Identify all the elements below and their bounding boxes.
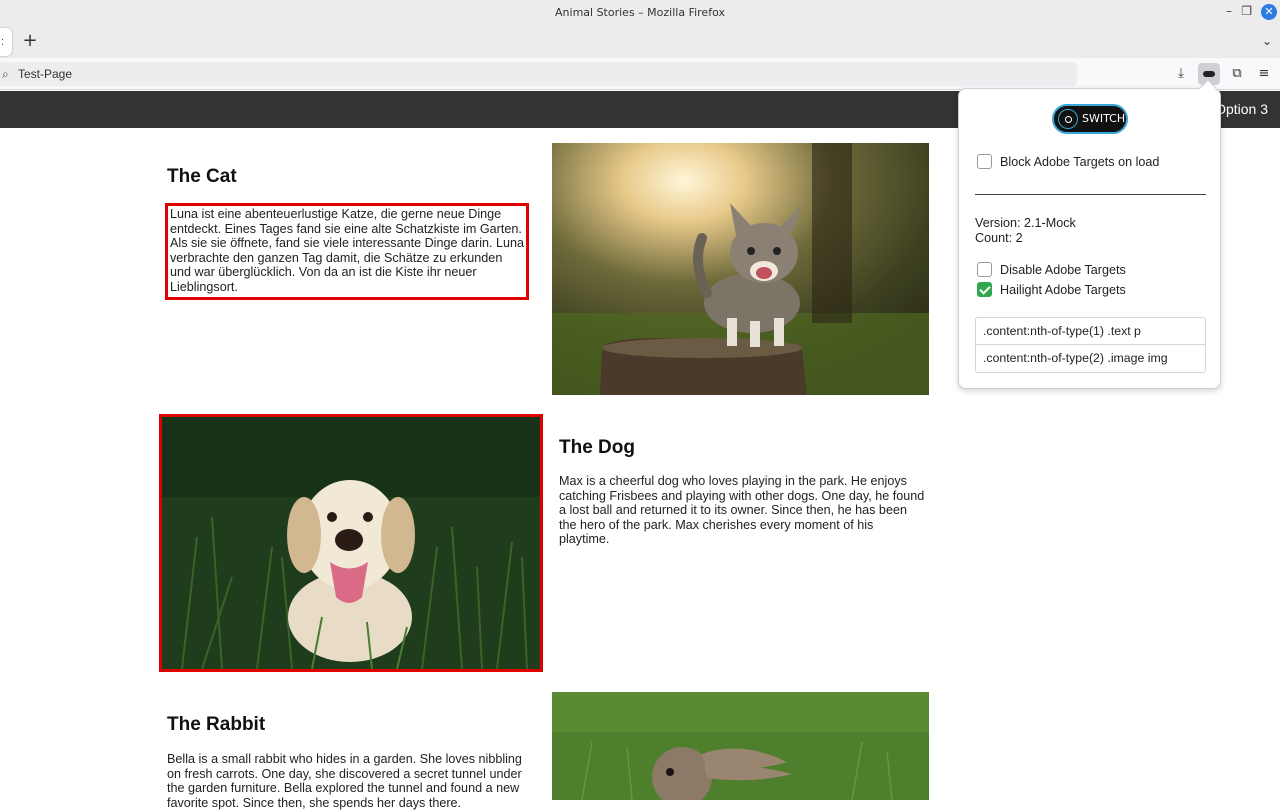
disable-targets-label: Disable Adobe Targets <box>1000 263 1126 277</box>
hailight-targets-option[interactable]: Hailight Adobe Targets <box>977 282 1126 298</box>
block-on-load-label: Block Adobe Targets on load <box>1000 155 1160 169</box>
new-tab-button[interactable]: + <box>20 31 40 51</box>
dog-title: The Dog <box>559 437 635 458</box>
switch-logo-text: SWITCH <box>1082 112 1126 125</box>
window-titlebar: Animal Stories – Mozilla Firefox – ❐ ✕ <box>0 0 1280 26</box>
list-all-tabs-icon[interactable]: ⌄ <box>1262 34 1272 48</box>
tab-bar: : + ⌄ <box>0 26 1280 58</box>
disable-targets-option[interactable]: Disable Adobe Targets <box>977 262 1126 278</box>
switch-extension-popup: SWITCH Block Adobe Targets on load Versi… <box>958 79 1221 389</box>
switch-logo-icon <box>1058 109 1078 129</box>
address-bar[interactable]: ⌕ Test-Page <box>0 62 1077 86</box>
dog-story-text: Max is a cheerful dog who loves playing … <box>559 474 925 547</box>
extensions-puzzle-icon[interactable]: ⧉ <box>1226 63 1248 85</box>
cat-photo <box>552 143 929 395</box>
restore-icon[interactable]: ❐ <box>1241 4 1252 18</box>
disable-targets-checkbox[interactable] <box>977 262 992 278</box>
rabbit-photo <box>552 692 929 800</box>
dog-photo <box>159 414 543 672</box>
count-text: Count: 2 <box>975 231 1023 245</box>
hailight-targets-checkbox[interactable] <box>977 282 992 298</box>
minimize-icon[interactable]: – <box>1226 4 1232 18</box>
version-text: Version: 2.1-Mock <box>975 216 1076 230</box>
window-title: Animal Stories – Mozilla Firefox <box>555 6 725 19</box>
app-menu-icon[interactable]: ≡ <box>1253 63 1275 85</box>
rabbit-story-text: Bella is a small rabbit who hides in a g… <box>167 752 522 810</box>
close-window-icon[interactable]: ✕ <box>1261 4 1277 20</box>
rabbit-title: The Rabbit <box>167 714 266 735</box>
switch-logo: SWITCH <box>1052 104 1128 134</box>
popup-divider <box>975 194 1206 195</box>
nav-option-3[interactable]: Option 3 <box>1215 101 1268 117</box>
block-on-load-option[interactable]: Block Adobe Targets on load <box>977 154 1160 170</box>
selector-item[interactable]: .content:nth-of-type(2) .image img <box>976 345 1205 372</box>
downloads-icon[interactable]: ⤓ <box>1170 63 1192 85</box>
tab-active[interactable]: : <box>0 28 12 56</box>
cat-title: The Cat <box>167 166 237 187</box>
target-selector-list: .content:nth-of-type(1) .text p .content… <box>975 317 1206 373</box>
cat-story-text: Luna ist eine abenteuerlustige Katze, di… <box>165 203 529 300</box>
extension-icon <box>1203 70 1215 77</box>
address-bar-text[interactable]: Test-Page <box>18 67 72 81</box>
hailight-targets-label: Hailight Adobe Targets <box>1000 283 1126 297</box>
search-icon: ⌕ <box>2 67 9 81</box>
navigation-toolbar: ⌕ Test-Page ⤓ ⧉ ≡ <box>0 58 1280 90</box>
block-on-load-checkbox[interactable] <box>977 154 992 170</box>
selector-item[interactable]: .content:nth-of-type(1) .text p <box>976 318 1205 345</box>
